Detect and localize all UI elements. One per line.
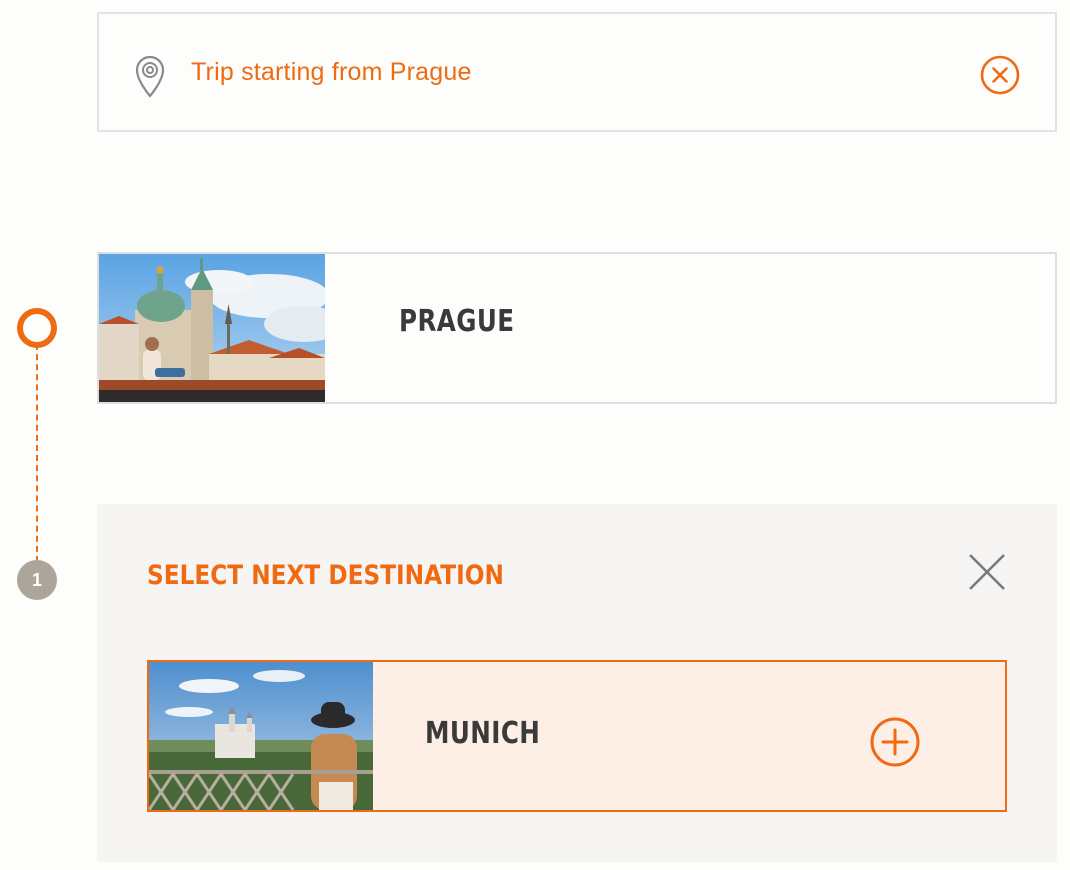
munich-photo [149,662,373,810]
select-destination-panel: SELECT NEXT DESTINATION MUNICH [97,504,1057,862]
current-city-card: PRAGUE [97,252,1057,404]
trip-start-bar: Trip starting from Prague [97,12,1057,132]
panel-title: SELECT NEXT DESTINATION [147,560,504,591]
trip-start-label: Trip starting from Prague [191,58,472,86]
prague-photo [99,254,325,402]
current-city-name: PRAGUE [399,304,515,339]
step-number-badge: 1 [17,560,57,600]
location-pin-icon [135,55,165,98]
clear-start-button[interactable] [979,54,1021,96]
option-city-name: MUNICH [425,716,541,751]
origin-marker [17,308,57,348]
destination-option-munich[interactable]: MUNICH [147,660,1007,812]
close-panel-button[interactable] [967,552,1007,592]
timeline-connector [36,344,38,562]
add-destination-button[interactable] [869,716,921,768]
